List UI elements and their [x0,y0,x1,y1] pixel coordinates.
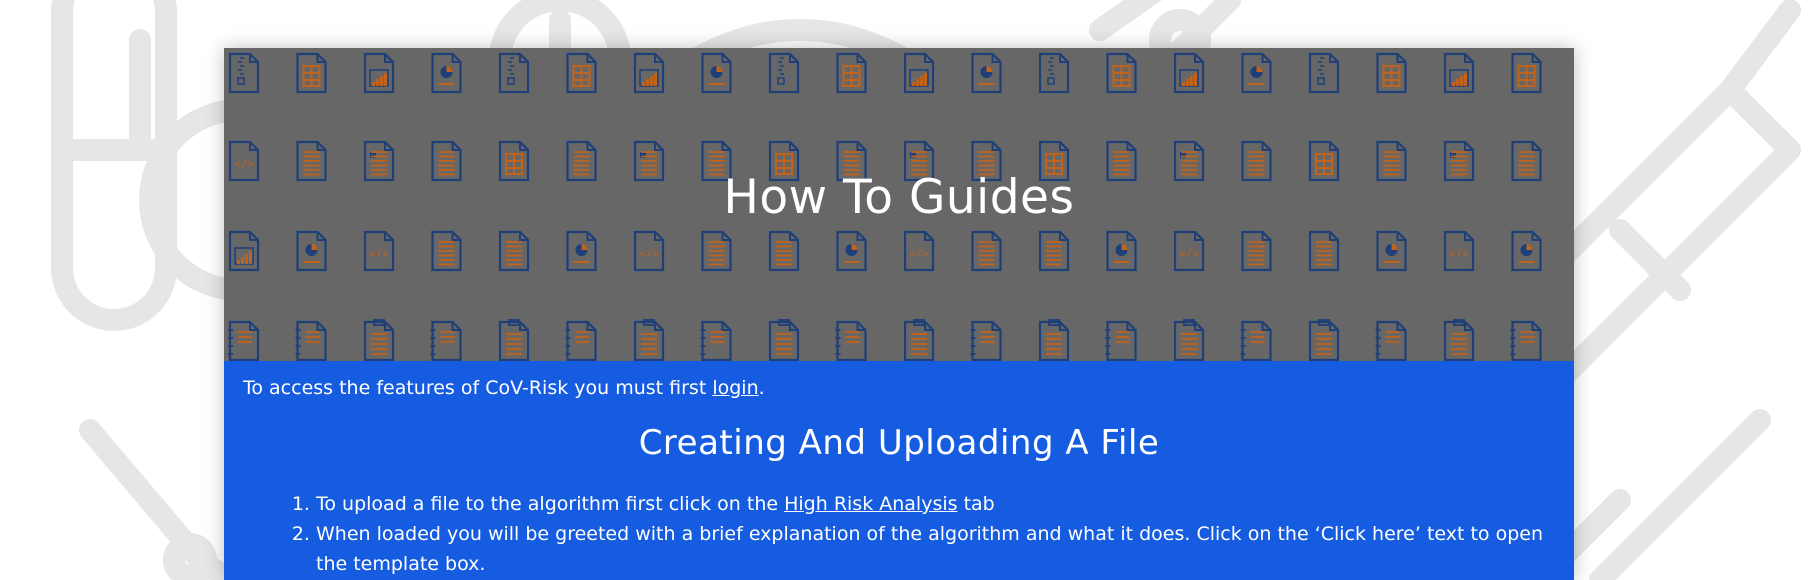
page-title: How To Guides [723,170,1075,225]
notebook-icon [430,320,462,361]
step-text-end: tab [957,493,995,515]
list-item: To upload a file to the algorithm first … [316,489,1574,519]
chart-document-icon [903,52,935,94]
code-document-icon: </> [903,230,935,272]
pie-chart-document-icon [566,230,597,272]
document-icon [1241,230,1272,272]
steps-list: To upload a file to the algorithm first … [272,489,1574,579]
guide-content: To access the features of CoV-Risk you m… [224,361,1574,580]
hero-banner: </> </> </> </> </> </> How To Guides [224,48,1574,361]
login-link[interactable]: login [712,377,758,399]
code-document-icon: </> [363,230,395,272]
document-icon [1308,230,1340,272]
notebook-icon [1510,320,1542,361]
notebook-icon [565,320,597,361]
pie-chart-document-icon [1376,230,1407,272]
zip-document-icon [1038,52,1070,94]
spreadsheet-icon [836,52,867,94]
notebook-icon [1375,320,1407,361]
pie-chart-document-icon [1241,52,1272,94]
svg-text:</>: </> [639,247,659,260]
notebook-icon [295,320,327,361]
clipboard-icon [363,319,395,361]
clipboard-icon [1038,319,1070,361]
syringe-icon [1549,409,1771,580]
pie-chart-document-icon [971,52,1002,94]
pie-chart-document-icon [1511,230,1542,272]
document-icon [431,230,462,272]
code-document-icon: </> [633,230,665,272]
login-notice-end: . [758,377,765,399]
section-title: Creating And Uploading A File [638,423,1160,463]
svg-text:</>: </> [1179,247,1199,260]
chart-document-icon [1443,52,1475,94]
pie-chart-document-icon [431,52,462,94]
zip-document-icon [1308,52,1340,94]
code-document-icon: </> [1443,230,1475,272]
svg-text:</>: </> [234,157,254,170]
document-icon [768,230,800,272]
login-notice: To access the features of CoV-Risk you m… [243,377,765,399]
clipboard-icon [633,319,665,361]
pie-chart-document-icon [1106,230,1137,272]
spreadsheet-icon [1511,52,1542,94]
clipboard-icon [1173,319,1205,361]
code-document-icon: </> [1173,230,1205,272]
notebook-icon [228,320,260,361]
chart-document-icon [363,52,395,94]
notebook-icon [970,320,1002,361]
spreadsheet-icon [1376,52,1407,94]
list-item: When loaded you will be greeted with a b… [316,519,1574,579]
document-icon [1038,230,1070,272]
pie-chart-document-icon [836,230,867,272]
clipboard-icon [903,319,935,361]
document-icon [971,230,1002,272]
svg-text:</>: </> [909,247,929,260]
clipboard-icon [768,319,800,361]
spreadsheet-icon [566,52,597,94]
login-notice-text: To access the features of CoV-Risk you m… [243,377,713,399]
notebook-icon [1105,320,1137,361]
high-risk-analysis-link[interactable]: High Risk Analysis [784,493,957,515]
step-text: To upload a file to the algorithm first … [316,493,785,515]
notebook-icon [700,320,732,361]
zip-document-icon [228,52,260,94]
svg-text:</>: </> [1449,247,1469,260]
chart-document-icon [633,52,665,94]
notebook-icon [835,320,867,361]
pie-chart-document-icon [296,230,327,272]
step-text: When loaded you will be greeted with a b… [316,523,1544,575]
chart-document-icon [1173,52,1205,94]
clipboard-icon [1443,319,1475,361]
clipboard-icon [1308,319,1340,361]
spreadsheet-icon [1106,52,1137,94]
pie-chart-document-icon [701,52,732,94]
spreadsheet-icon [296,52,327,94]
document-icon [498,230,530,272]
svg-text:</>: </> [369,247,389,260]
zip-document-icon [768,52,800,94]
chart-document-icon [228,230,260,272]
clipboard-icon [498,319,530,361]
guide-card: </> </> </> </> </> </> How To Guides To acce… [224,48,1574,580]
zip-document-icon [498,52,530,94]
document-icon [701,230,732,272]
notebook-icon [1240,320,1272,361]
